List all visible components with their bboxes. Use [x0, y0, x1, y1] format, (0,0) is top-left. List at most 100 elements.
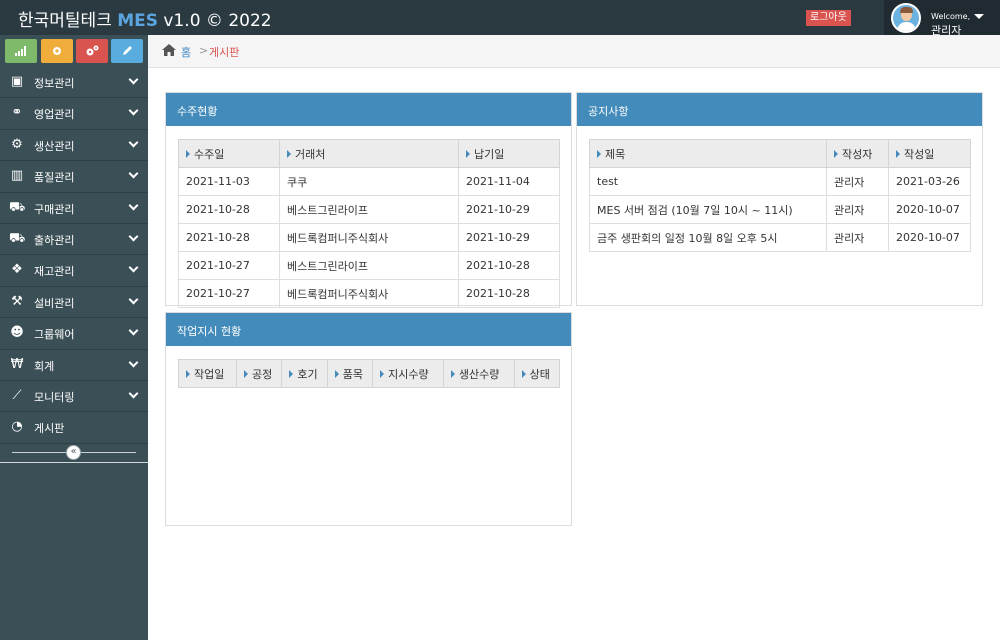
- barcode-icon: ▥: [10, 168, 24, 184]
- orders-table: 수주일 거래처 납기일 2021-11-03 쿠쿠 2021-11-04 2021-1…: [178, 139, 560, 308]
- chevron-down-icon: [128, 74, 139, 85]
- orders-table-row[interactable]: 2021-10-27 베스트그린라이프 2021-10-28: [178, 251, 560, 280]
- logout-button[interactable]: 로그아웃: [806, 10, 851, 26]
- sidebar-item-label: 재고관리: [34, 265, 75, 279]
- breadcrumb-current: 게시판: [209, 46, 240, 59]
- table-cell: 관리자: [826, 223, 889, 252]
- table-cell: 관리자: [826, 167, 889, 196]
- sidebar-item-8[interactable]: ☻ 그룹웨어: [0, 318, 148, 350]
- orders-panel: 수주현황 수주일 거래처 납기일 2021-11-03 쿠쿠 2021-11-04 2…: [165, 92, 572, 308]
- home-icon[interactable]: [162, 44, 176, 56]
- wrench-icon: ⚒: [11, 293, 23, 309]
- shortcut-signal-button[interactable]: [5, 39, 37, 63]
- work-order-col-5[interactable]: 생산수량: [442, 359, 515, 388]
- orders-col-client[interactable]: 거래처: [279, 139, 459, 168]
- table-cell: 2020-10-07: [888, 195, 971, 224]
- table-cell: 베드록컴퍼니주식회사: [279, 223, 459, 252]
- shortcut-cogs-button[interactable]: [76, 39, 108, 63]
- notice-col-title[interactable]: 제목: [589, 139, 827, 168]
- orders-table-row[interactable]: 2021-10-27 베드록컴퍼니주식회사 2021-10-28: [178, 279, 560, 308]
- signal-icon: [15, 46, 26, 56]
- orders-panel-title: 수주현황: [166, 93, 571, 126]
- sidebar-item-label: 게시판: [34, 422, 65, 436]
- caret-down-icon[interactable]: [974, 14, 984, 19]
- table-cell: 관리자: [826, 195, 889, 224]
- chevron-down-icon: [128, 294, 139, 305]
- avatar[interactable]: [891, 3, 921, 33]
- sidebar-item-1[interactable]: ⚭ 영업관리: [0, 98, 148, 130]
- sidebar: ▣ 정보관리 ⚭ 영업관리 ⚙ 생산관리 ▥ 품질관리 ⛟ 구매관리 ⛟ 출하관리 ❖ 재고관리 ⚒ 설비관리…: [0, 35, 148, 640]
- work-order-panel: 작업지시 현황 작업일 공정 호기 품목 지시수량 생산수량 상태: [165, 312, 572, 526]
- table-cell: 2021-10-29: [458, 223, 560, 252]
- sidebar-collapse-button[interactable]: «: [66, 445, 81, 460]
- sidebar-item-5[interactable]: ⛟ 출하관리: [0, 224, 148, 256]
- sidebar-item-7[interactable]: ⚒ 설비관리: [0, 287, 148, 319]
- breadcrumb-home-link[interactable]: 홈: [181, 44, 191, 60]
- notice-table-row[interactable]: test 관리자 2021-03-26: [589, 167, 971, 196]
- user-menu[interactable]: Welcome, 관리자: [884, 0, 1000, 37]
- shortcut-gear-button[interactable]: [41, 39, 73, 63]
- sidebar-item-4[interactable]: ⛟ 구매관리: [0, 193, 148, 224]
- notice-table-row[interactable]: 금주 생판회의 일정 10월 8일 오후 5시 관리자 2020-10-07: [589, 223, 971, 252]
- top-bar: 한국머틸테크 MES v1.0 © 2022 로그아웃 Welcome, 관리자: [0, 0, 1000, 37]
- sidebar-item-0[interactable]: ▣ 정보관리: [0, 67, 148, 99]
- pencil-icon: [123, 46, 132, 55]
- orders-header-row: 수주일 거래처 납기일: [178, 139, 560, 168]
- work-order-col-0[interactable]: 작업일: [177, 359, 238, 388]
- sidebar-menu: ▣ 정보관리 ⚭ 영업관리 ⚙ 생산관리 ▥ 품질관리 ⛟ 구매관리 ⛟ 출하관리 ❖ 재고관리 ⚒ 설비관리…: [0, 67, 148, 444]
- sidebar-item-11[interactable]: ◔ 게시판: [0, 412, 148, 444]
- table-cell: 베드록컴퍼니주식회사: [279, 279, 459, 308]
- chevron-down-icon: [128, 200, 139, 211]
- table-cell: MES 서버 점검 (10월 7일 10시 ~ 11시): [589, 195, 827, 224]
- breadcrumb: 홈 > 게시판: [148, 35, 1000, 68]
- notice-col-date[interactable]: 작성일: [888, 139, 971, 168]
- welcome-text: Welcome,: [931, 12, 971, 21]
- chevron-down-icon: [128, 325, 139, 336]
- shortcut-bar: [0, 35, 148, 67]
- work-order-col-2[interactable]: 호기: [281, 359, 328, 388]
- work-order-col-4[interactable]: 지시수량: [372, 359, 444, 388]
- orders-col-order-date[interactable]: 수주일: [178, 139, 280, 168]
- cogs-icon: ⚙: [11, 136, 23, 152]
- chevron-down-icon: [128, 357, 139, 367]
- work-order-col-6[interactable]: 상태: [513, 359, 561, 388]
- contact-card-icon: ▣: [10, 74, 24, 89]
- sidebar-item-2[interactable]: ⚙ 생산관리: [0, 130, 148, 162]
- table-cell: 2021-11-04: [458, 167, 560, 196]
- table-cell: 2021-11-03: [178, 167, 280, 196]
- sidebar-item-6[interactable]: ❖ 재고관리: [0, 255, 148, 287]
- table-cell: 베스트그린라이프: [279, 195, 459, 224]
- sidebar-item-10[interactable]: ⟋ 모니터링: [0, 381, 148, 413]
- sidebar-item-label: 설비관리: [34, 296, 75, 310]
- orders-table-row[interactable]: 2021-10-28 베드록컴퍼니주식회사 2021-10-29: [178, 223, 560, 252]
- notice-col-author[interactable]: 작성자: [826, 139, 889, 168]
- table-cell: 2021-10-28: [178, 223, 280, 252]
- work-order-header-row: 작업일 공정 호기 품목 지시수량 생산수량 상태: [177, 359, 561, 388]
- app-title: 한국머틸테크 MES v1.0 © 2022: [18, 6, 272, 31]
- table-cell: test: [589, 167, 827, 196]
- sidebar-item-3[interactable]: ▥ 품질관리: [0, 161, 148, 193]
- table-cell: 금주 생판회의 일정 10월 8일 오후 5시: [589, 223, 827, 252]
- shortcut-pencil-button[interactable]: [111, 39, 143, 63]
- sidebar-item-label: 출하관리: [34, 233, 75, 247]
- shopping-cart-icon: ⛟: [9, 199, 26, 215]
- work-order-col-3[interactable]: 품목: [326, 359, 374, 388]
- notice-table-row[interactable]: MES 서버 점검 (10월 7일 10시 ~ 11시) 관리자 2020-10-0…: [589, 195, 971, 224]
- line-chart-icon: ⟋: [12, 387, 22, 403]
- table-cell: 2021-10-29: [458, 195, 560, 224]
- work-order-col-1[interactable]: 공정: [236, 359, 283, 388]
- table-cell: 쿠쿠: [279, 167, 459, 196]
- table-cell: 2021-10-27: [178, 279, 280, 308]
- orders-table-row[interactable]: 2021-11-03 쿠쿠 2021-11-04: [178, 167, 560, 196]
- sidebar-item-label: 영업관리: [34, 108, 75, 122]
- won-icon: ₩: [10, 356, 24, 372]
- orders-col-due-date[interactable]: 납기일: [458, 139, 560, 168]
- notice-table: 제목 작성자 작성일 test 관리자 2021-03-26 MES 서버 점검 (1…: [589, 139, 971, 252]
- gear-icon: [53, 47, 61, 55]
- sidebar-item-label: 모니터링: [34, 390, 75, 404]
- orders-table-row[interactable]: 2021-10-28 베스트그린라이프 2021-10-29: [178, 195, 560, 224]
- sidebar-item-9[interactable]: ₩ 회계: [0, 350, 148, 381]
- sidebar-item-label: 구매관리: [34, 202, 75, 216]
- notice-header-row: 제목 작성자 작성일: [589, 139, 971, 168]
- table-cell: 2021-10-28: [178, 195, 280, 224]
